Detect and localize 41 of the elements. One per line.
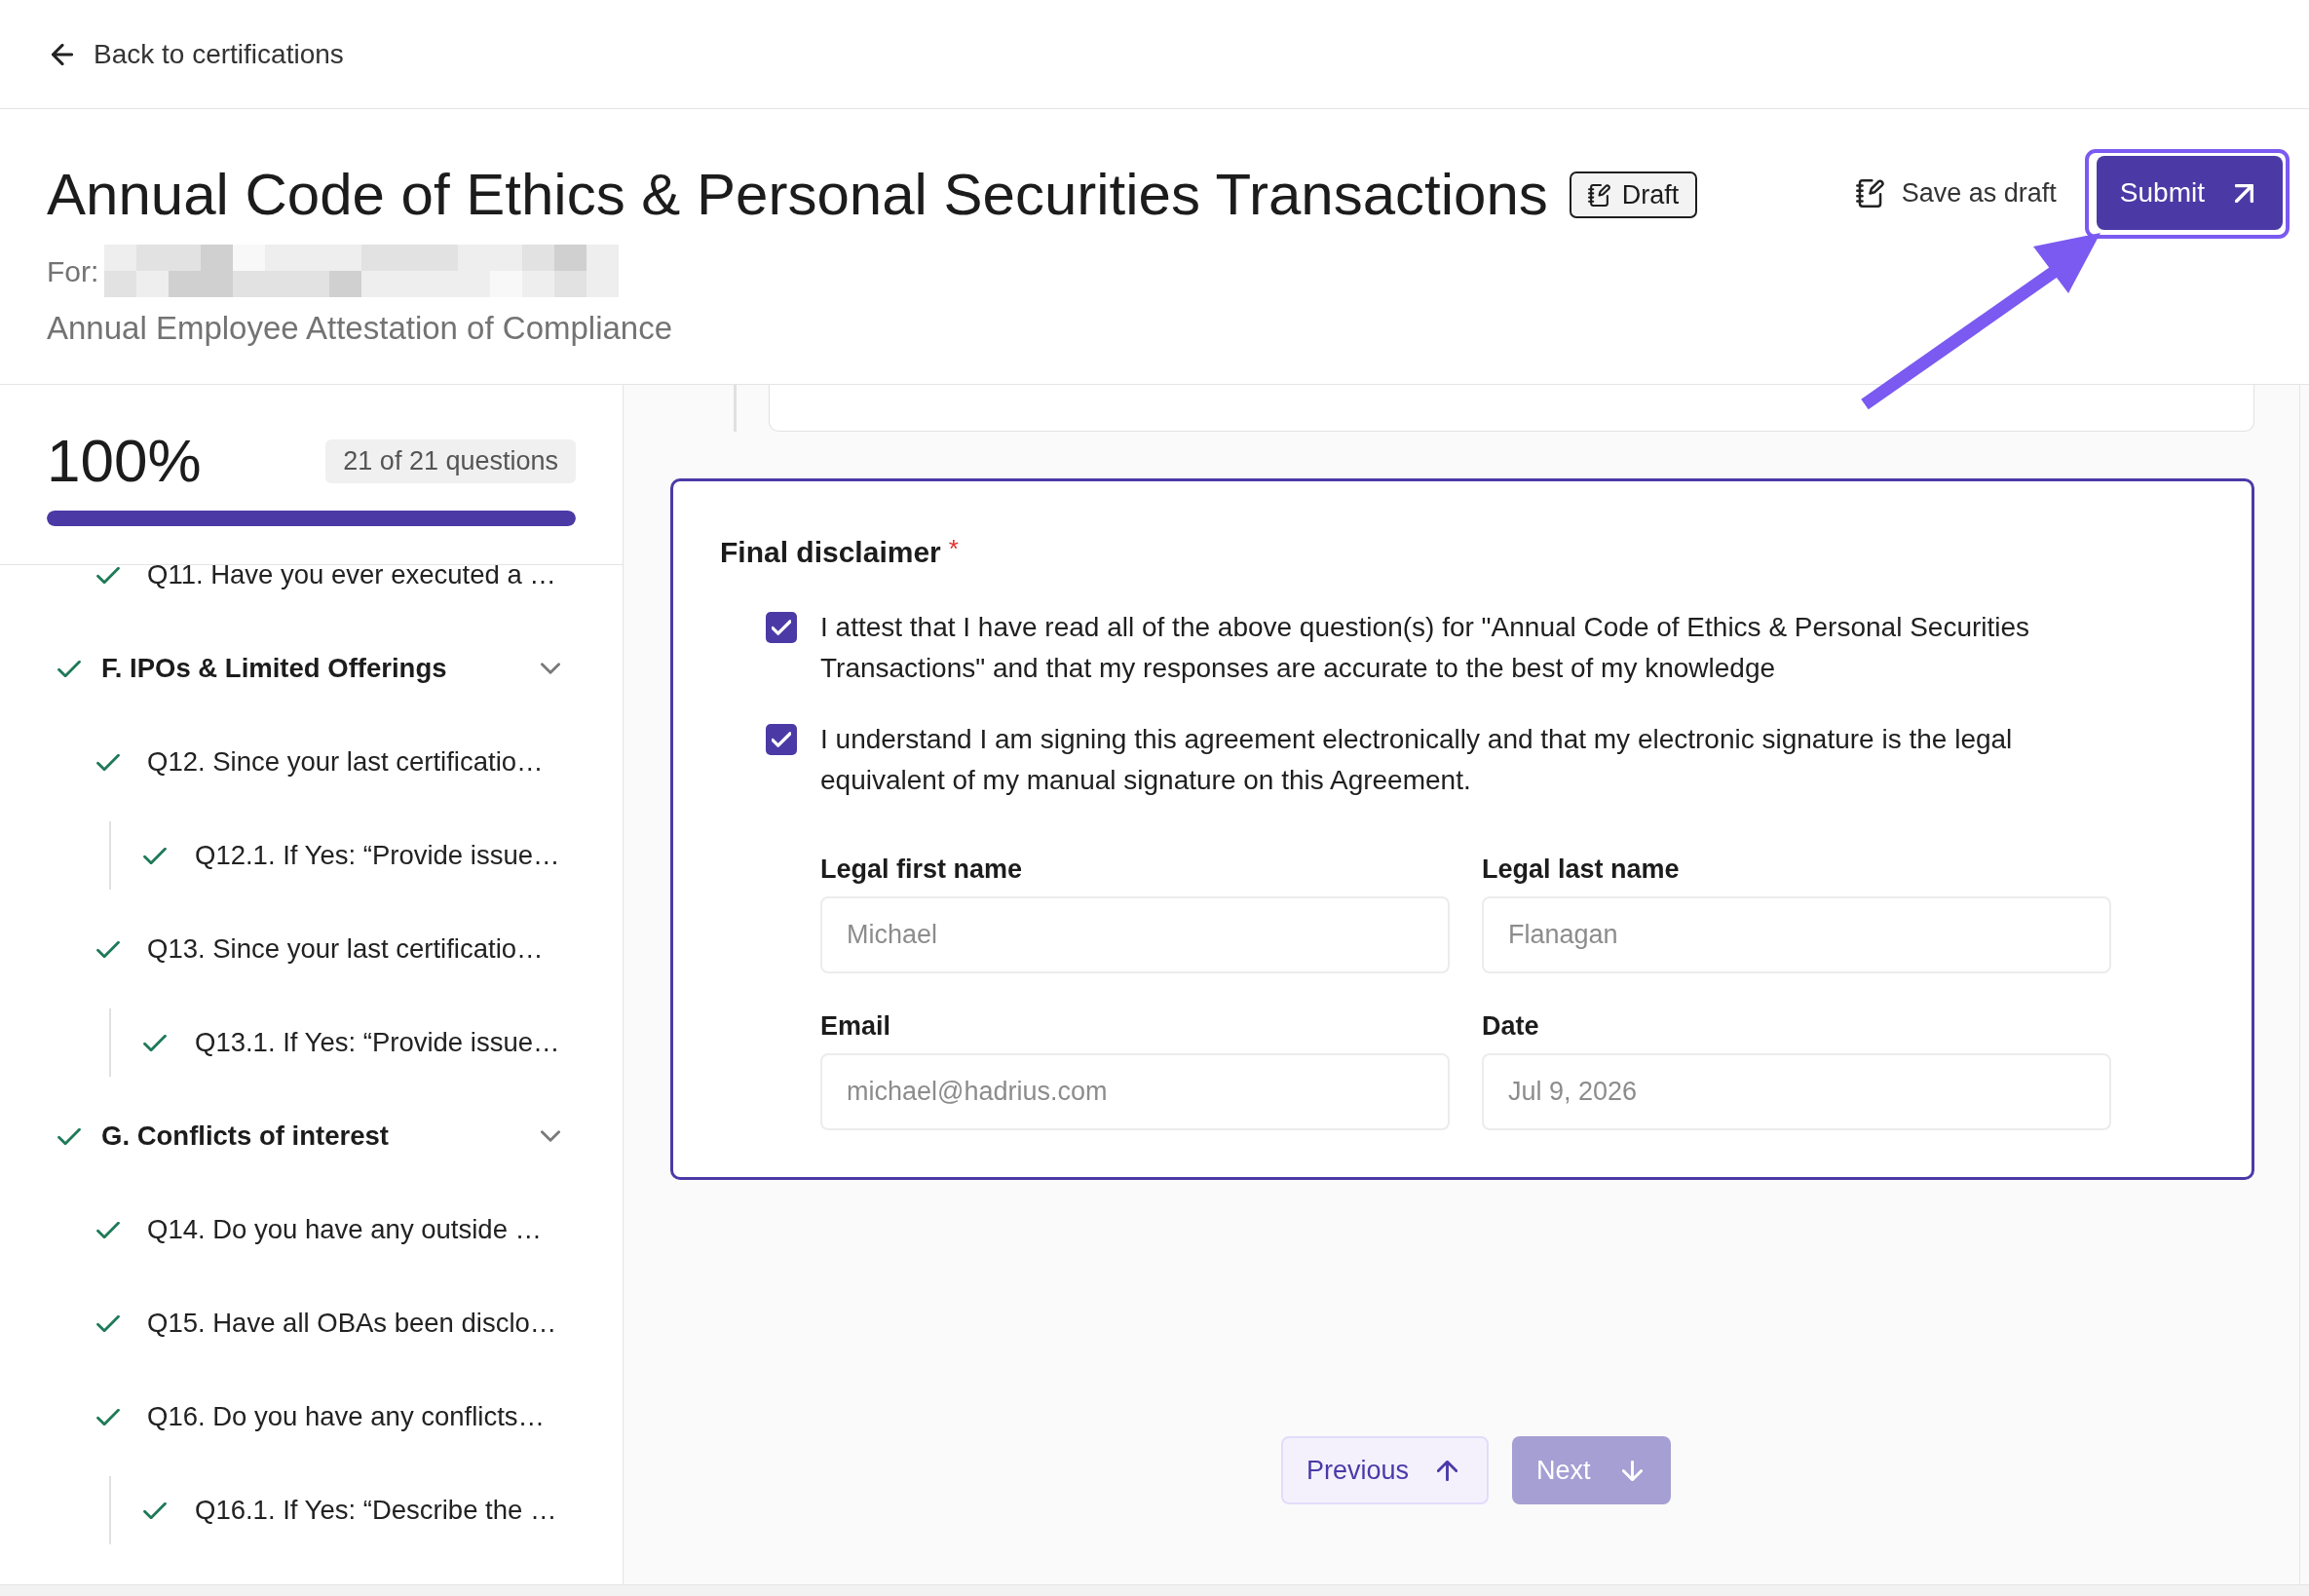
progress-percent: 100% [47,432,202,490]
back-link[interactable]: Back to certifications [52,33,344,75]
field-label: Legal first name [820,854,1024,885]
outline-question[interactable]: Q12. Since your last certificatio… [147,741,544,782]
subtitle: Annual Employee Attestation of Compliance [47,309,674,348]
outline-section[interactable]: G. Conflicts of interest [101,1116,520,1157]
chevron-down-icon[interactable] [541,663,560,674]
save-draft-button[interactable]: Save as draft [1855,156,2057,230]
notebook-pen-icon [1587,183,1610,207]
outline-question[interactable]: Q13. Since your last certificatio… [147,929,544,969]
outline-question[interactable]: Q12.1. If Yes: “Provide issue… [195,835,560,876]
arrow-down-icon [1621,1460,1643,1481]
outline-section[interactable]: F. IPOs & Limited Offerings [101,648,520,689]
chevron-down-icon[interactable] [541,1130,560,1142]
outline-question[interactable]: Q14. Do you have any outside … [147,1209,543,1250]
outline-question[interactable]: Q15. Have all OBAs been disclo… [147,1303,557,1344]
outline-question[interactable]: Q11. Have you ever executed a … [147,565,556,595]
field-label: Legal last name [1482,854,1681,885]
status-label: Draft [1621,179,1680,210]
required-mark: * [948,533,959,564]
previous-button[interactable]: Previous [1281,1436,1490,1504]
notebook-pen-icon [1855,178,1884,208]
for-label: For: [47,253,99,289]
arrow-left-icon [52,43,73,65]
field-label: Date [1482,1010,1540,1042]
section-title: Final disclaimer [720,535,941,570]
check-icon [772,620,791,635]
check-icon [772,732,791,747]
checkbox[interactable] [766,612,797,643]
field-label: Email [820,1010,892,1042]
page-title: Annual Code of Ethics & Personal Securities Transactions [47,161,1548,229]
outline-question[interactable]: Q16. Do you have any conflicts… [147,1396,546,1437]
arrow-up-right-icon [2235,183,2253,203]
checkbox[interactable] [766,724,797,755]
checkbox-label: I attest that I have read all of the above question(s) for "Annual Code of Ethics & Personal Securities Transactions" and that my responses are accurate to the best of my knowledge [820,611,2031,685]
question-count: 21 of 21 questions [325,438,576,483]
checkbox-label: I understand I am signing this agreement electronically and that my electronic signature is the legal equivalent of my manual signature on this Agreement. [820,723,2014,797]
submit-button[interactable]: Submit [2096,156,2283,230]
outline-question[interactable]: Q16.1. If Yes: “Describe the … [195,1490,557,1531]
arrow-up-icon [1437,1460,1458,1481]
outline-question[interactable]: Q13.1. If Yes: “Provide issue… [195,1022,560,1063]
